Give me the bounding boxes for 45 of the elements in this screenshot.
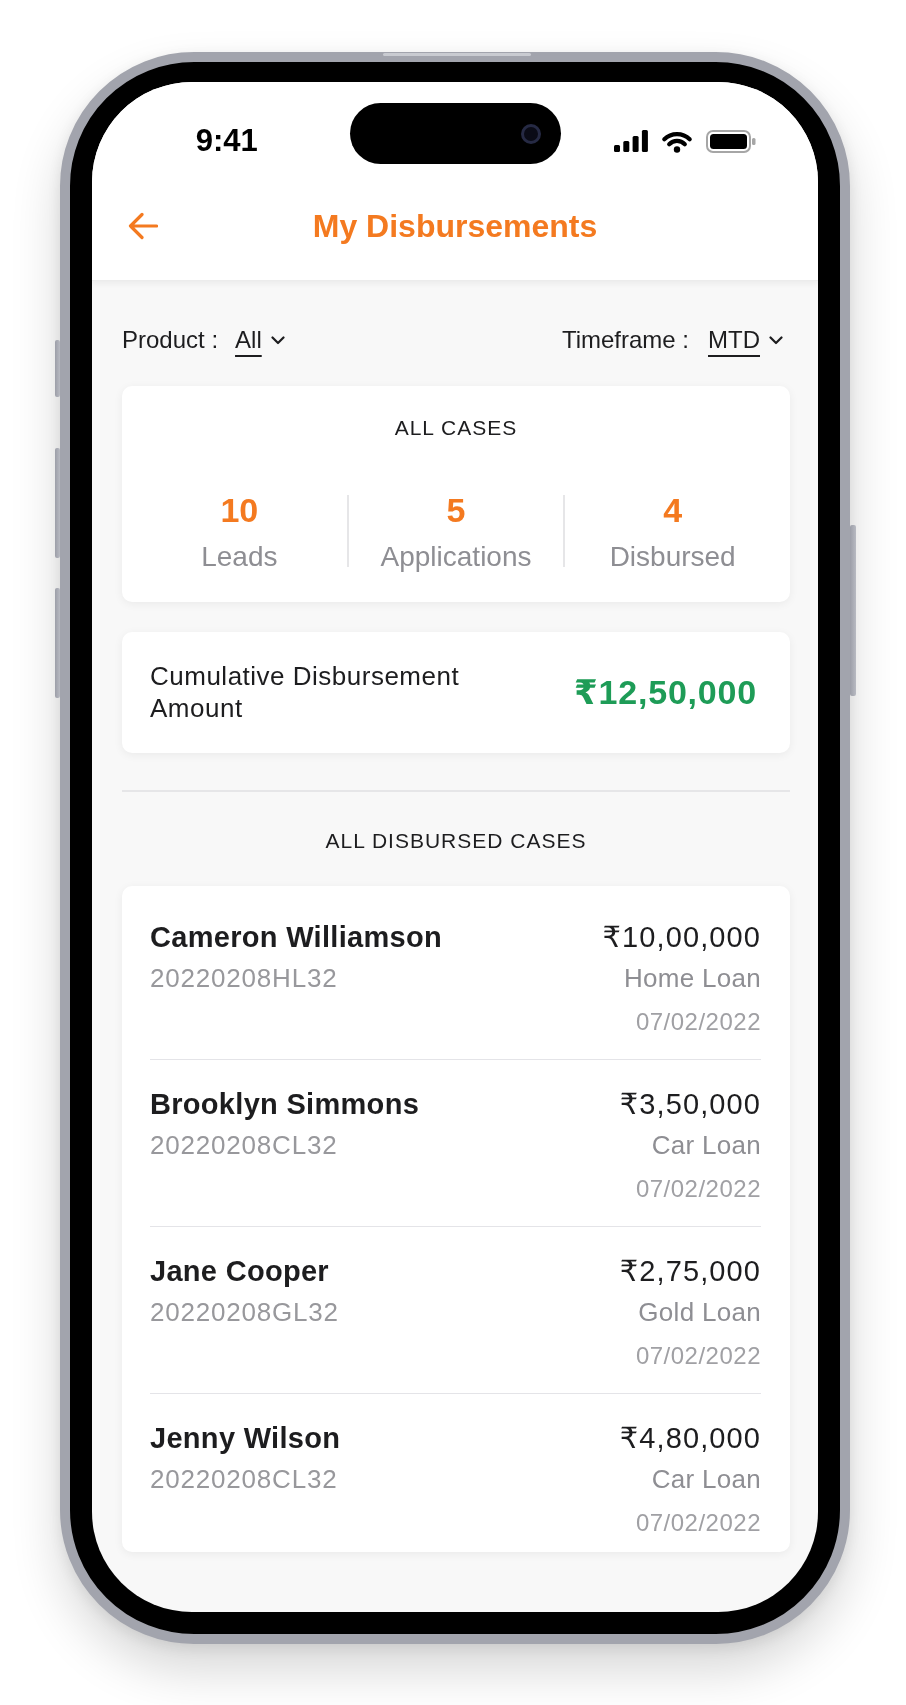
- loan-amount: ₹4,80,000: [619, 1421, 761, 1456]
- total-amount: ₹12,50,000: [574, 672, 757, 712]
- stat-label: Leads: [201, 542, 278, 572]
- disbursal-date: 07/02/2022: [635, 1174, 761, 1204]
- section-title: ALL DISBURSED CASES: [324, 829, 588, 853]
- loan-type: Home Loan: [623, 962, 761, 995]
- case-id: 20220208CL32: [150, 1463, 338, 1496]
- filter-dropdown[interactable]: All: [235, 325, 285, 355]
- loan-type: Car Loan: [651, 1463, 761, 1496]
- case-id: 20220208GL32: [150, 1296, 339, 1329]
- stat-count: 4: [663, 490, 683, 530]
- camera-lens-icon: [520, 123, 541, 144]
- filter-label: Product :: [122, 325, 219, 355]
- stat-label: Disbursed: [609, 542, 736, 572]
- signal-icon: [614, 130, 649, 152]
- stat-count: 10: [220, 490, 259, 530]
- back-arrow-icon: [128, 212, 158, 240]
- stat-count: 5: [446, 490, 466, 530]
- loan-type: Gold Loan: [638, 1296, 761, 1329]
- filter-dropdown[interactable]: MTD: [708, 325, 783, 355]
- customer-name: Jane Cooper: [150, 1254, 329, 1289]
- loan-amount: ₹10,00,000: [602, 920, 761, 955]
- customer-name: Brooklyn Simmons: [150, 1087, 420, 1122]
- frame-edge-key: [55, 340, 60, 397]
- disbursal-date: 07/02/2022: [635, 1007, 761, 1037]
- battery-icon: [706, 129, 757, 153]
- case-id: 20220208CL32: [150, 1129, 338, 1162]
- loan-amount: ₹3,50,000: [619, 1087, 761, 1122]
- total-label: Cumulative Disbursement Amount: [150, 660, 461, 724]
- stat-label: Applications: [380, 542, 532, 572]
- loan-amount: ₹2,75,000: [619, 1254, 761, 1289]
- back-button[interactable]: [128, 212, 158, 240]
- loan-type: Car Loan: [651, 1129, 761, 1162]
- card-title: ALL CASES: [394, 416, 518, 440]
- customer-name: Cameron Williamson: [150, 920, 442, 955]
- customer-name: Jenny Wilson: [150, 1421, 341, 1456]
- disbursal-date: 07/02/2022: [635, 1341, 761, 1371]
- filter-label: Timeframe :: [561, 325, 689, 355]
- chevron-down-icon: [769, 335, 783, 345]
- disbursal-date: 07/02/2022: [635, 1508, 761, 1538]
- page-title: My Disbursements: [312, 207, 598, 246]
- status-time: 9:41: [195, 124, 258, 158]
- case-id: 20220208HL32: [150, 962, 338, 995]
- wifi-icon: [661, 129, 694, 153]
- chevron-down-icon: [270, 335, 285, 345]
